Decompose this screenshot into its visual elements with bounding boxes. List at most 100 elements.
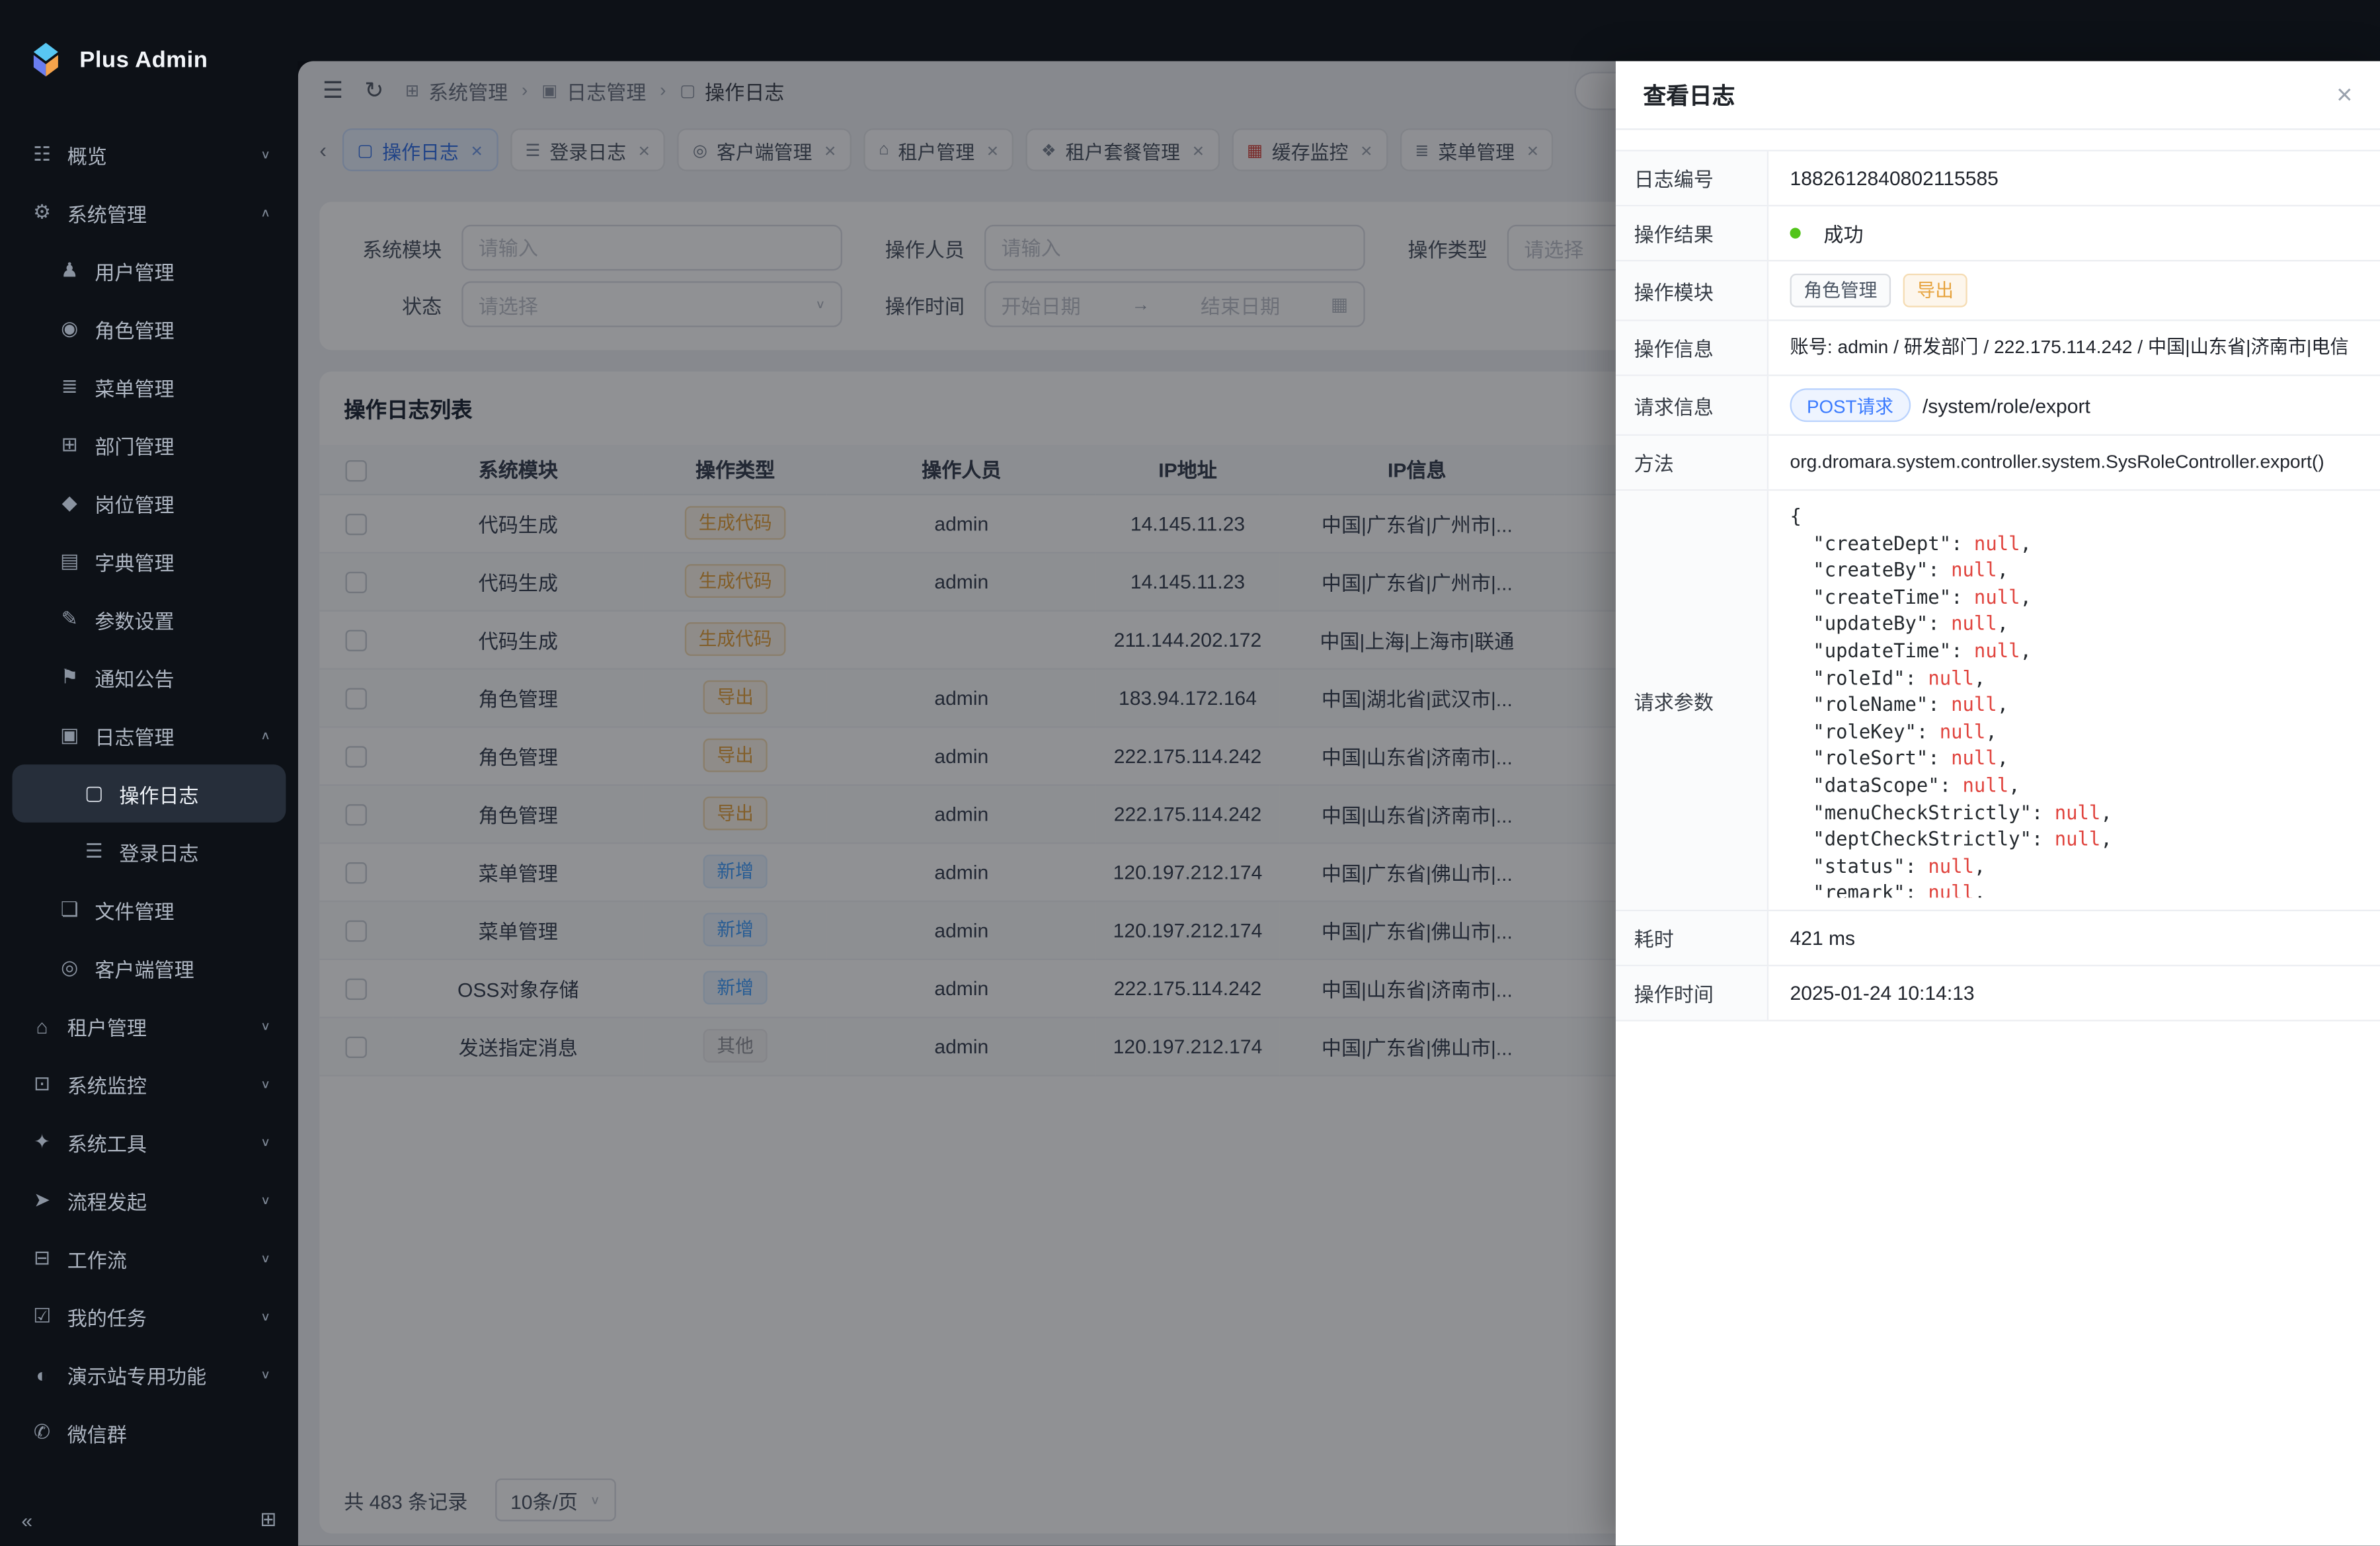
request-url: /system/role/export	[1923, 393, 2090, 417]
json-param-line: "menuCheckStrictly": null,	[1790, 799, 2365, 826]
sidebar-item-dictionary[interactable]: ▤ 字典管理	[12, 532, 286, 590]
json-param-line: "roleKey": null,	[1790, 718, 2365, 745]
json-param-line: "remark": null,	[1790, 879, 2365, 897]
sidebar-item-process[interactable]: ➤ 流程发起 ∨	[12, 1171, 286, 1229]
detail-row-result: 操作结果 成功	[1616, 206, 2380, 261]
operation-type-tag: 导出	[1903, 274, 1967, 307]
close-icon[interactable]: ×	[2336, 81, 2352, 109]
department-icon: ⊞	[58, 432, 81, 457]
log-detail-table: 日志编号 1882612840802115585 操作结果 成功 操作模块 角色…	[1616, 150, 2380, 1022]
http-method-tag: POST请求	[1790, 388, 1911, 422]
chevron-down-icon: ∨	[260, 1077, 270, 1091]
sidebar-item-workflow[interactable]: ⊟ 工作流 ∨	[12, 1229, 286, 1287]
duration-value: 421 ms	[1768, 911, 2380, 965]
sidebar: Plus Admin ☷ 概览 ∨ ⚙ 系统管理 ∧ ♟ 用户管理 ◉ 角色管理…	[0, 0, 298, 1546]
sidebar-item-wechat[interactable]: ✆ 微信群	[12, 1404, 286, 1462]
sidebar-footer: « ⊞	[0, 1494, 298, 1546]
operation-info-value: 账号: admin / 研发部门 / 222.175.114.242 / 中国|…	[1768, 321, 2380, 375]
tool-icon: ✦	[30, 1130, 54, 1155]
user-icon: ♟	[58, 259, 81, 283]
json-param-line: "createBy": null,	[1790, 557, 2365, 584]
post-icon: ◆	[58, 491, 81, 515]
sidebar-item-system[interactable]: ⚙ 系统管理 ∧	[12, 183, 286, 241]
sidebar-item-parameter[interactable]: ✎ 参数设置	[12, 590, 286, 648]
sidebar-menu: ☷ 概览 ∨ ⚙ 系统管理 ∧ ♟ 用户管理 ◉ 角色管理 ≣ 菜单管理 ⊞ 部…	[0, 119, 298, 1494]
panel-toggle-icon[interactable]: ⊞	[260, 1508, 276, 1532]
file-icon: ❏	[58, 897, 81, 922]
sidebar-item-operation-log[interactable]: ▢ 操作日志	[12, 764, 286, 823]
sidebar-item-file[interactable]: ❏ 文件管理	[12, 881, 286, 939]
sidebar-item-post[interactable]: ◆ 岗位管理	[12, 474, 286, 532]
app-title: Plus Admin	[79, 47, 208, 73]
detail-row-duration: 耗时 421 ms	[1616, 911, 2380, 966]
json-param-line: "roleSort": null,	[1790, 745, 2365, 772]
sidebar-item-department[interactable]: ⊞ 部门管理	[12, 416, 286, 474]
chevron-down-icon: ∨	[260, 1367, 270, 1382]
operation-log-icon: ▢	[83, 782, 106, 806]
app-root: Plus Admin ☷ 概览 ∨ ⚙ 系统管理 ∧ ♟ 用户管理 ◉ 角色管理…	[0, 0, 2380, 1546]
chevron-down-icon: ∨	[260, 1019, 270, 1034]
sidebar-item-menu[interactable]: ≣ 菜单管理	[12, 358, 286, 416]
client-icon: ◎	[58, 956, 81, 980]
sidebar-item-overview[interactable]: ☷ 概览 ∨	[12, 126, 286, 184]
parameter-icon: ✎	[58, 607, 81, 631]
json-param-line: "updateBy": null,	[1790, 610, 2365, 637]
chevron-down-icon: ∨	[260, 1251, 270, 1266]
monitor-icon: ⊡	[30, 1072, 54, 1096]
sidebar-item-user[interactable]: ♟ 用户管理	[12, 241, 286, 300]
role-icon: ◉	[58, 317, 81, 341]
chevron-down-icon: ∨	[260, 1309, 270, 1324]
sidebar-item-role[interactable]: ◉ 角色管理	[12, 300, 286, 358]
sidebar-item-task[interactable]: ☑ 我的任务 ∨	[12, 1287, 286, 1346]
app-logo[interactable]: Plus Admin	[0, 0, 298, 119]
workflow-icon: ⊟	[30, 1246, 54, 1270]
chevron-down-icon: ∨	[260, 1135, 270, 1149]
result-value: 成功	[1823, 219, 1863, 248]
sidebar-item-notice[interactable]: ⚑ 通知公告	[12, 648, 286, 706]
view-log-drawer: 查看日志 × 日志编号 1882612840802115585 操作结果 成功 …	[1616, 61, 2380, 1545]
sidebar-item-demo[interactable]: ◐ 演示站专用功能 ∨	[12, 1346, 286, 1404]
detail-row-method: 方法 org.dromara.system.controller.system.…	[1616, 436, 2380, 491]
operation-time-value: 2025-01-24 10:14:13	[1768, 966, 2380, 1020]
overview-icon: ☷	[30, 142, 54, 167]
collapse-sidebar-icon[interactable]: «	[21, 1508, 32, 1531]
system-icon: ⚙	[30, 200, 54, 225]
chevron-up-icon: ∧	[260, 728, 270, 743]
sidebar-item-tenant[interactable]: ⌂ 租户管理 ∨	[12, 997, 286, 1055]
json-param-line: "roleId": null,	[1790, 665, 2365, 692]
detail-row-time: 操作时间 2025-01-24 10:14:13	[1616, 966, 2380, 1021]
detail-row-module: 操作模块 角色管理 导出	[1616, 261, 2380, 321]
detail-row-params: 请求参数 { "createDept": null, "createBy": n…	[1616, 491, 2380, 911]
detail-row-log-id: 日志编号 1882612840802115585	[1616, 151, 2380, 206]
request-params-code[interactable]: { "createDept": null, "createBy": null, …	[1790, 503, 2365, 898]
method-value: org.dromara.system.controller.system.Sys…	[1768, 436, 2380, 489]
chevron-up-icon: ∧	[260, 206, 270, 220]
module-tag: 角色管理	[1790, 274, 1891, 307]
json-param-line: "createDept": null,	[1790, 530, 2365, 557]
log-icon: ▣	[58, 723, 81, 748]
detail-row-request: 请求信息 POST请求 /system/role/export	[1616, 376, 2380, 436]
dictionary-icon: ▤	[58, 549, 81, 573]
sidebar-item-monitor[interactable]: ⊡ 系统监控 ∨	[12, 1055, 286, 1113]
drawer-header: 查看日志 ×	[1616, 61, 2380, 130]
drawer-body: 日志编号 1882612840802115585 操作结果 成功 操作模块 角色…	[1616, 130, 2380, 1546]
drawer-title: 查看日志	[1644, 79, 1735, 111]
json-open-brace: {	[1790, 503, 2365, 530]
sidebar-item-client[interactable]: ◎ 客户端管理	[12, 939, 286, 997]
login-log-icon: ☰	[83, 839, 106, 864]
json-param-lines: "createDept": null, "createBy": null, "c…	[1790, 530, 2365, 897]
demo-icon: ◐	[30, 1363, 54, 1386]
chevron-down-icon: ∨	[260, 1193, 270, 1207]
sidebar-item-log[interactable]: ▣ 日志管理 ∧	[12, 706, 286, 764]
logo-icon	[28, 41, 64, 77]
success-status-dot	[1790, 228, 1801, 239]
json-param-line: "updateTime": null,	[1790, 637, 2365, 665]
process-icon: ➤	[30, 1188, 54, 1213]
json-param-line: "dataScope": null,	[1790, 772, 2365, 799]
chevron-down-icon: ∨	[260, 147, 270, 162]
sidebar-item-login-log[interactable]: ☰ 登录日志	[12, 823, 286, 881]
wechat-icon: ✆	[30, 1420, 54, 1445]
sidebar-item-tool[interactable]: ✦ 系统工具 ∨	[12, 1113, 286, 1171]
detail-row-info: 操作信息 账号: admin / 研发部门 / 222.175.114.242 …	[1616, 321, 2380, 376]
log-id-value: 1882612840802115585	[1768, 151, 2380, 205]
